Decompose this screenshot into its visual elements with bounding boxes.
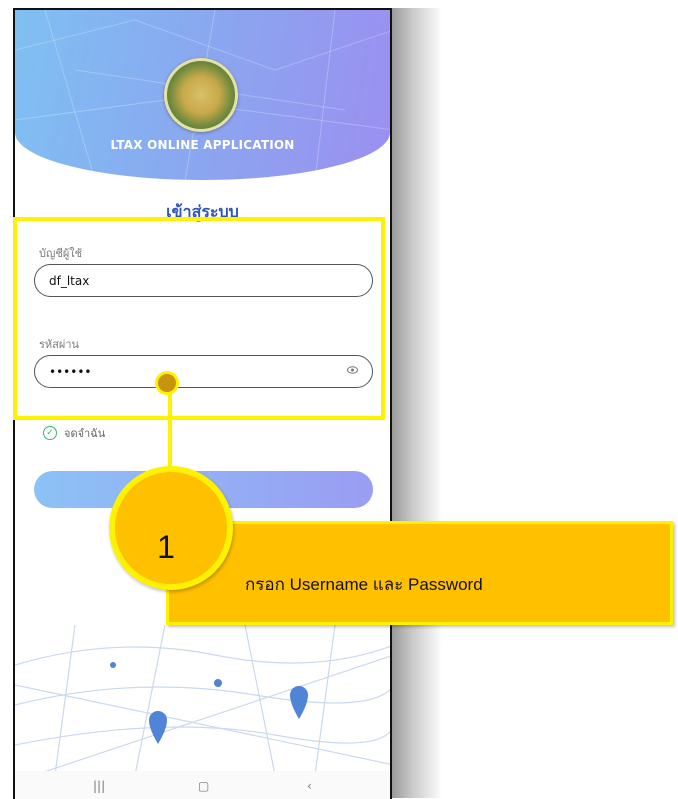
recent-apps-icon[interactable]: ||| (93, 779, 105, 793)
map-pin-icon (149, 711, 167, 744)
input-highlight-box (13, 217, 385, 420)
app-title: LTAX ONLINE APPLICATION (110, 138, 295, 152)
back-icon[interactable]: ‹ (307, 779, 312, 793)
map-pin-icon (290, 686, 308, 719)
map-pin-icon (110, 662, 116, 668)
phone-shadow (392, 8, 442, 798)
home-icon[interactable]: ▢ (198, 779, 209, 793)
map-pin-icon (214, 679, 222, 687)
instruction-text: กรอก Username และ Password (245, 575, 483, 594)
government-seal-icon (164, 58, 238, 132)
step-number: 1 (157, 528, 175, 565)
system-navbar: ||| ▢ ‹ (15, 771, 390, 799)
instruction-callout: กรอก Username และ Password (166, 521, 673, 625)
remember-label: จดจำฉัน (64, 427, 106, 440)
remember-me[interactable]: ✓ จดจำฉัน (43, 424, 105, 442)
city-map-illustration (15, 625, 390, 775)
callout-anchor-dot (155, 371, 179, 395)
check-circle-icon[interactable]: ✓ (43, 426, 57, 440)
step-number-badge: 1 (109, 466, 233, 590)
